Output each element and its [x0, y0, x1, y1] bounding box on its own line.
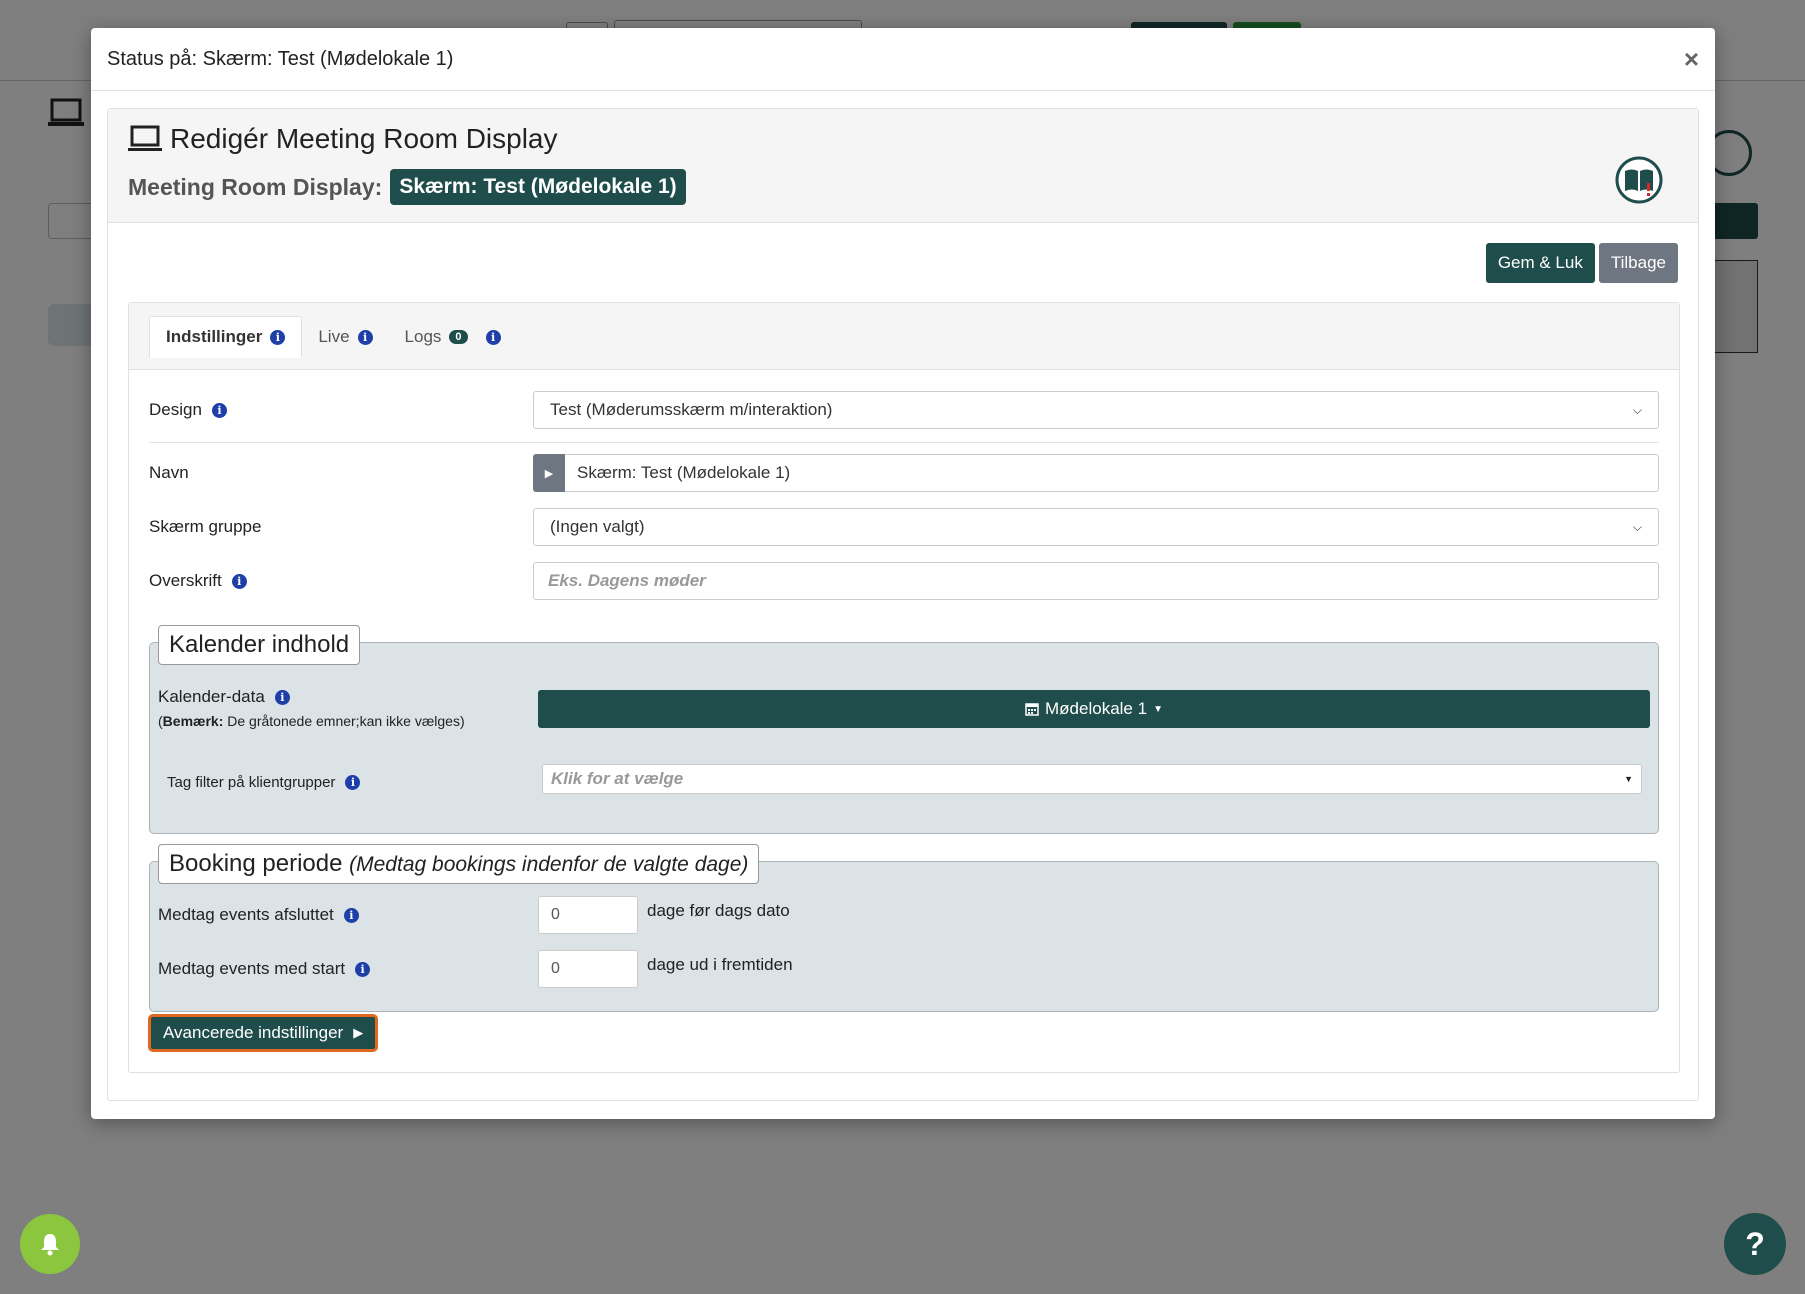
laptop-icon [128, 125, 162, 151]
info-icon[interactable]: i [343, 907, 359, 923]
tab-label: Live [318, 327, 350, 346]
name-input[interactable] [565, 454, 1659, 492]
tab-live[interactable]: Live i [302, 316, 388, 358]
calendar-fieldset: Kalender indhold Kalender-data i (Bemærk… [149, 625, 1659, 834]
caret-right-icon[interactable]: ▶ [533, 454, 565, 492]
booking-start-row: Medtag events med start i dage ud i frem… [158, 950, 1650, 988]
caret-right-icon: ▶ [353, 1025, 364, 1040]
calendar-legend: Kalender indhold [158, 625, 361, 665]
booking-legend-note: (Medtag bookings indenfor de valgte dage… [349, 853, 749, 876]
calendar-data-label-text: Kalender-data [158, 687, 265, 706]
subtitle: Meeting Room Display: Skærm: Test (Mødel… [128, 169, 1678, 205]
tab-settings[interactable]: Indstillinger i [149, 316, 303, 358]
info-icon[interactable]: i [357, 329, 373, 345]
name-label: Navn [149, 463, 189, 482]
booking-start-label: Medtag events med start i [158, 959, 538, 979]
subtitle-label: Meeting Room Display: [128, 173, 383, 200]
booking-ended-suffix: dage før dags dato [647, 901, 790, 920]
group-select[interactable]: (Ingen valgt) ⌵ [533, 508, 1659, 546]
design-label-text: Design [149, 400, 202, 419]
subtitle-badge: Skærm: Test (Mødelokale 1) [390, 169, 686, 205]
tag-filter-select[interactable]: Klik for at vælge ▼ [542, 764, 1642, 794]
calendar-button-label: Mødelokale 1 [1045, 699, 1148, 718]
design-select[interactable]: Test (Møderumsskærm m/interaktion) ⌵ [533, 391, 1659, 429]
logs-count-badge: 0 [449, 330, 468, 344]
booking-start-suffix: dage ud i fremtiden [647, 955, 793, 974]
group-row: Skærm gruppe (Ingen valgt) ⌵ [149, 508, 1659, 546]
note-bold: Bemærk: [162, 713, 224, 729]
booking-start-label-text: Medtag events med start [158, 959, 346, 978]
divider [149, 442, 1659, 443]
advanced-settings-button[interactable]: Avancerede indstillinger ▶ [148, 1014, 379, 1052]
heading-row: Overskrift i [149, 562, 1659, 600]
heading-input[interactable] [533, 562, 1659, 600]
note-text: De gråtonede emner;kan ikke vælges) [227, 713, 465, 729]
info-icon[interactable]: i [270, 329, 286, 345]
heading-label-text: Overskrift [149, 571, 222, 590]
tabs-bar: Indstillinger i Live i Logs 0 i [129, 303, 1679, 370]
tab-label: Indstillinger [166, 327, 263, 346]
modal-header: Status på: Skærm: Test (Mødelokale 1) × [91, 28, 1715, 91]
tag-filter-placeholder: Klik for at vælge [551, 769, 684, 788]
close-icon[interactable]: × [1684, 46, 1699, 72]
design-row: Design i Test (Møderumsskærm m/interakti… [149, 391, 1659, 429]
heading-label: Overskrift i [149, 571, 533, 591]
tag-filter-label-text: Tag filter på klientgrupper [167, 774, 336, 791]
modal-title: Status på: Skærm: Test (Mødelokale 1) [107, 47, 454, 70]
tab-list: Indstillinger i Live i Logs 0 i [149, 316, 1657, 370]
design-select-value: Test (Møderumsskærm m/interaktion) [550, 400, 833, 419]
booking-legend-text: Booking periode [169, 850, 343, 877]
booking-start-input[interactable] [538, 950, 638, 988]
page-title: Redigér Meeting Room Display [128, 123, 1678, 155]
design-label: Design i [149, 400, 533, 420]
group-label: Skærm gruppe [149, 517, 262, 536]
booking-ended-input[interactable] [538, 896, 638, 934]
tab-logs[interactable]: Logs 0 i [389, 316, 517, 358]
caret-down-icon: ▼ [1624, 774, 1633, 784]
status-modal: Status på: Skærm: Test (Mødelokale 1) × … [91, 28, 1715, 1119]
booking-legend: Booking periode (Medtag bookings indenfo… [158, 844, 760, 884]
chevron-down-icon: ⌵ [1632, 519, 1642, 534]
tag-filter-label: Tag filter på klientgrupper i [167, 774, 361, 791]
card-header: Redigér Meeting Room Display Meeting Roo… [108, 109, 1698, 223]
bell-glyph [41, 1234, 59, 1256]
save-close-button[interactable]: Gem & Luk [1485, 243, 1595, 283]
name-row: Navn ▶ [149, 454, 1659, 492]
chevron-down-icon: ⌵ [1632, 402, 1642, 417]
info-icon[interactable]: i [274, 689, 290, 705]
tabs-card: Indstillinger i Live i Logs 0 i Design i… [128, 302, 1680, 1073]
group-select-value: (Ingen valgt) [550, 517, 645, 536]
calendar-dropdown-button[interactable]: Mødelokale 1 ▼ [538, 690, 1650, 728]
booking-fieldset: Booking periode (Medtag bookings indenfo… [149, 844, 1659, 1012]
book-icon[interactable] [1614, 155, 1664, 205]
info-icon[interactable]: i [211, 402, 227, 418]
action-buttons: Gem & Luk Tilbage [1485, 243, 1678, 283]
help-icon[interactable]: ? [1724, 1213, 1786, 1275]
info-icon[interactable]: i [345, 775, 361, 790]
caret-down-icon: ▼ [1153, 703, 1163, 715]
name-input-group: ▶ [533, 454, 1659, 492]
advanced-settings-label: Avancerede indstillinger [163, 1023, 344, 1042]
booking-ended-label-text: Medtag events afsluttet [158, 905, 334, 924]
edit-card: Redigér Meeting Room Display Meeting Roo… [107, 108, 1699, 1101]
bell-icon[interactable] [20, 1214, 80, 1274]
tab-label: Logs [404, 327, 442, 346]
booking-ended-label: Medtag events afsluttet i [158, 905, 538, 925]
info-icon[interactable]: i [485, 329, 501, 345]
calendar-note: (Bemærk: De gråtonede emner;kan ikke væl… [158, 713, 465, 729]
info-icon[interactable]: i [355, 961, 371, 977]
page-title-text: Redigér Meeting Room Display [170, 123, 558, 154]
booking-ended-row: Medtag events afsluttet i dage før dags … [158, 896, 1650, 934]
back-button[interactable]: Tilbage [1598, 243, 1678, 283]
calendar-icon [1025, 703, 1039, 716]
calendar-data-label: Kalender-data i [158, 687, 290, 707]
info-icon[interactable]: i [231, 573, 247, 589]
